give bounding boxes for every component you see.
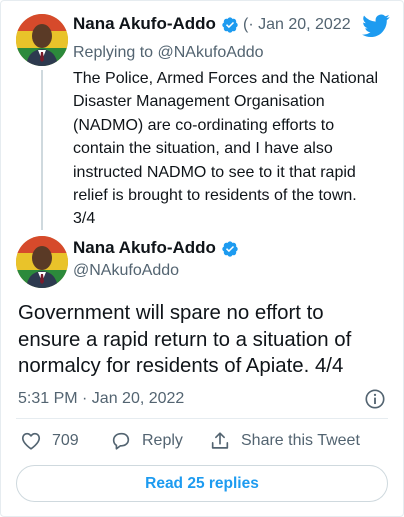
reply-button[interactable]: Reply bbox=[110, 430, 183, 452]
divider bbox=[16, 418, 388, 419]
tweet-text-main: Government will spare no effort to ensur… bbox=[18, 302, 352, 377]
verified-badge-icon bbox=[221, 16, 239, 34]
tweet-timestamp-main[interactable]: 5:31 PM · Jan 20, 2022 bbox=[18, 390, 184, 408]
reply-label: Reply bbox=[142, 432, 183, 449]
tweet-timestamp-top[interactable]: (· Jan 20, 2022 bbox=[243, 16, 351, 34]
replying-to-handle-link[interactable]: @NAkufoAddo bbox=[158, 44, 264, 61]
replying-to-line: Replying to @NAkufoAddo bbox=[73, 44, 264, 62]
thread-connector-line bbox=[41, 70, 43, 230]
author-avatar-top[interactable] bbox=[16, 14, 68, 66]
verified-badge-icon bbox=[221, 240, 239, 258]
avatar-portrait-image bbox=[16, 14, 68, 66]
like-button[interactable]: 709 bbox=[20, 430, 79, 452]
read-replies-button[interactable]: Read 25 replies bbox=[16, 465, 388, 502]
author-name-top[interactable]: Nana Akufo-Addo bbox=[73, 14, 216, 34]
like-count: 709 bbox=[52, 432, 79, 449]
heart-icon bbox=[21, 432, 41, 450]
author-avatar-main[interactable] bbox=[16, 236, 68, 288]
tweet-text-top: The Police, Armed Forces and the Nationa… bbox=[73, 70, 379, 228]
share-label: Share this Tweet bbox=[241, 432, 360, 449]
info-icon[interactable] bbox=[364, 388, 386, 410]
twitter-bird-icon[interactable] bbox=[362, 14, 390, 38]
avatar-portrait-image bbox=[16, 236, 68, 288]
replying-to-label: Replying to bbox=[73, 44, 154, 61]
author-name-main[interactable]: Nana Akufo-Addo bbox=[73, 238, 216, 258]
reply-bubble-icon bbox=[112, 432, 130, 450]
author-handle-main[interactable]: @NAkufoAddo bbox=[73, 262, 179, 280]
share-icon bbox=[211, 432, 229, 449]
share-button[interactable]: Share this Tweet bbox=[209, 430, 360, 452]
